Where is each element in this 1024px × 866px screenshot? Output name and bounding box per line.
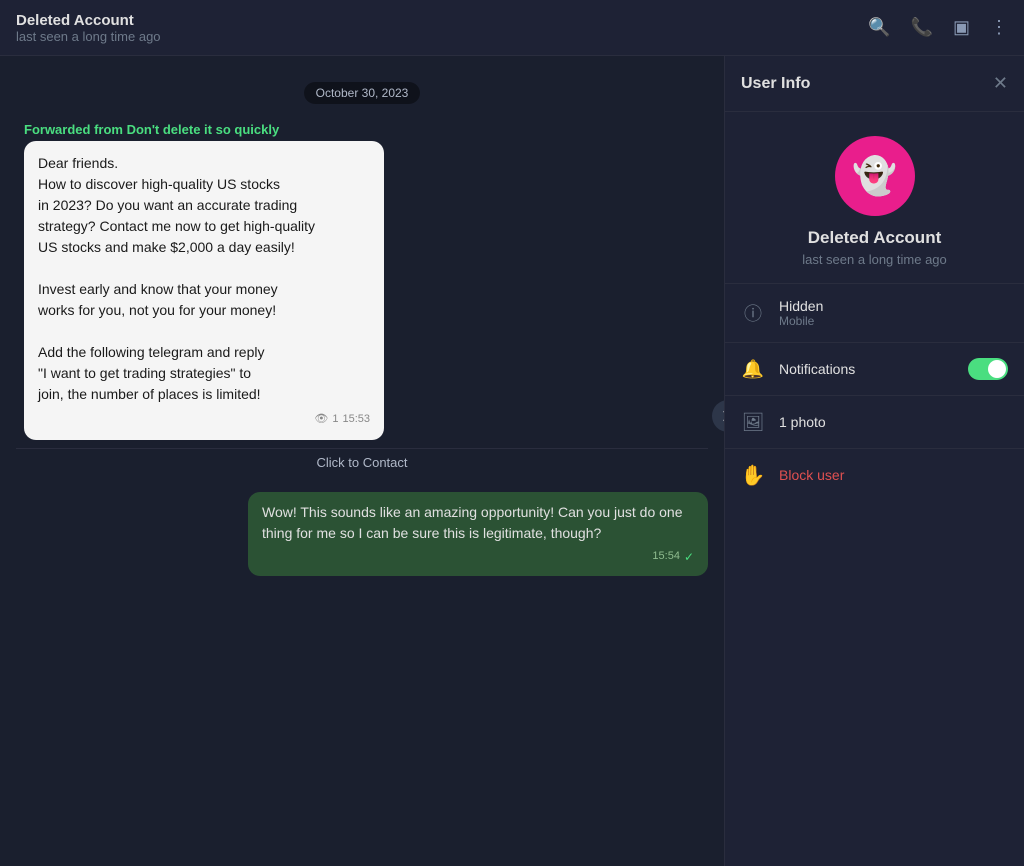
layout-icon[interactable]: ▣ [953,17,970,38]
notifications-content: Notifications [779,361,954,377]
info-circle-icon: ⓘ [741,301,765,325]
outgoing-meta: 15:54 ✓ [262,548,694,566]
outgoing-wrapper: Wow! This sounds like an amazing opportu… [16,492,708,576]
read-receipt-icon: ✓ [684,548,694,566]
avatar: 👻 [835,136,915,216]
forwarded-message-wrapper: Forwarded from Don't delete it so quickl… [24,122,708,440]
more-icon[interactable]: ⋮ [990,17,1008,38]
share-icon: ➤ [721,406,724,426]
chat-contact-status: last seen a long time ago [16,29,868,44]
panel-header: User Info ✕ [725,56,1024,112]
notifications-label: Notifications [779,361,954,377]
bell-icon: 🔔 [741,357,765,381]
eye-icon: 👁 [314,411,328,428]
photos-content: 1 photo [779,414,1008,430]
info-row-photos[interactable]: 🖼 1 photo [725,396,1024,449]
block-icon: ✋ [741,463,765,487]
user-profile: 👻 Deleted Account last seen a long time … [725,112,1024,284]
info-row-notifications[interactable]: 🔔 Notifications [725,343,1024,396]
panel-title: User Info [741,75,810,93]
close-button[interactable]: ✕ [993,73,1008,94]
hidden-info: Hidden Mobile [779,298,1008,328]
block-user-row[interactable]: ✋ Block user [725,449,1024,501]
header-left: Deleted Account last seen a long time ag… [16,12,868,44]
photos-label: 1 photo [779,414,1008,430]
photo-icon: 🖼 [741,410,765,434]
chat-area: October 30, 2023 Forwarded from Don't de… [0,56,724,866]
block-label: Block user [779,467,844,483]
forwarded-text: Dear friends. How to discover high-quali… [38,153,370,405]
header-icons: 🔍 📞 ▣ ⋮ [868,17,1008,38]
forwarded-meta: 👁 1 15:53 [38,411,370,428]
notifications-toggle[interactable] [968,358,1008,380]
hidden-label: Hidden [779,298,1008,314]
notifications-toggle-area[interactable] [968,358,1008,380]
share-button[interactable]: ➤ [712,400,724,432]
search-icon[interactable]: 🔍 [868,17,890,38]
chat-contact-name: Deleted Account [16,12,868,29]
outgoing-bubble: Wow! This sounds like an amazing opportu… [248,492,708,576]
forwarded-bubble: Dear friends. How to discover high-quali… [24,141,384,440]
mobile-label: Mobile [779,314,1008,328]
forward-label: Forwarded from Don't delete it so quickl… [24,122,708,137]
user-info-panel: User Info ✕ 👻 Deleted Account last seen … [724,56,1024,866]
ghost-icon: 👻 [852,155,897,197]
chat-header: Deleted Account last seen a long time ag… [0,0,1024,56]
info-row-hidden[interactable]: ⓘ Hidden Mobile [725,284,1024,343]
forwarded-time: 15:53 [342,411,370,428]
profile-status: last seen a long time ago [802,252,947,267]
profile-name: Deleted Account [808,228,942,248]
click-to-contact[interactable]: Click to Contact [16,448,708,476]
outgoing-time: 15:54 [652,548,680,565]
outgoing-text: Wow! This sounds like an amazing opportu… [262,502,694,544]
chat-messages: October 30, 2023 Forwarded from Don't de… [0,56,724,866]
view-count: 1 [332,411,338,428]
main-layout: October 30, 2023 Forwarded from Don't de… [0,56,1024,866]
phone-icon[interactable]: 📞 [911,17,933,38]
date-divider: October 30, 2023 [16,84,708,102]
